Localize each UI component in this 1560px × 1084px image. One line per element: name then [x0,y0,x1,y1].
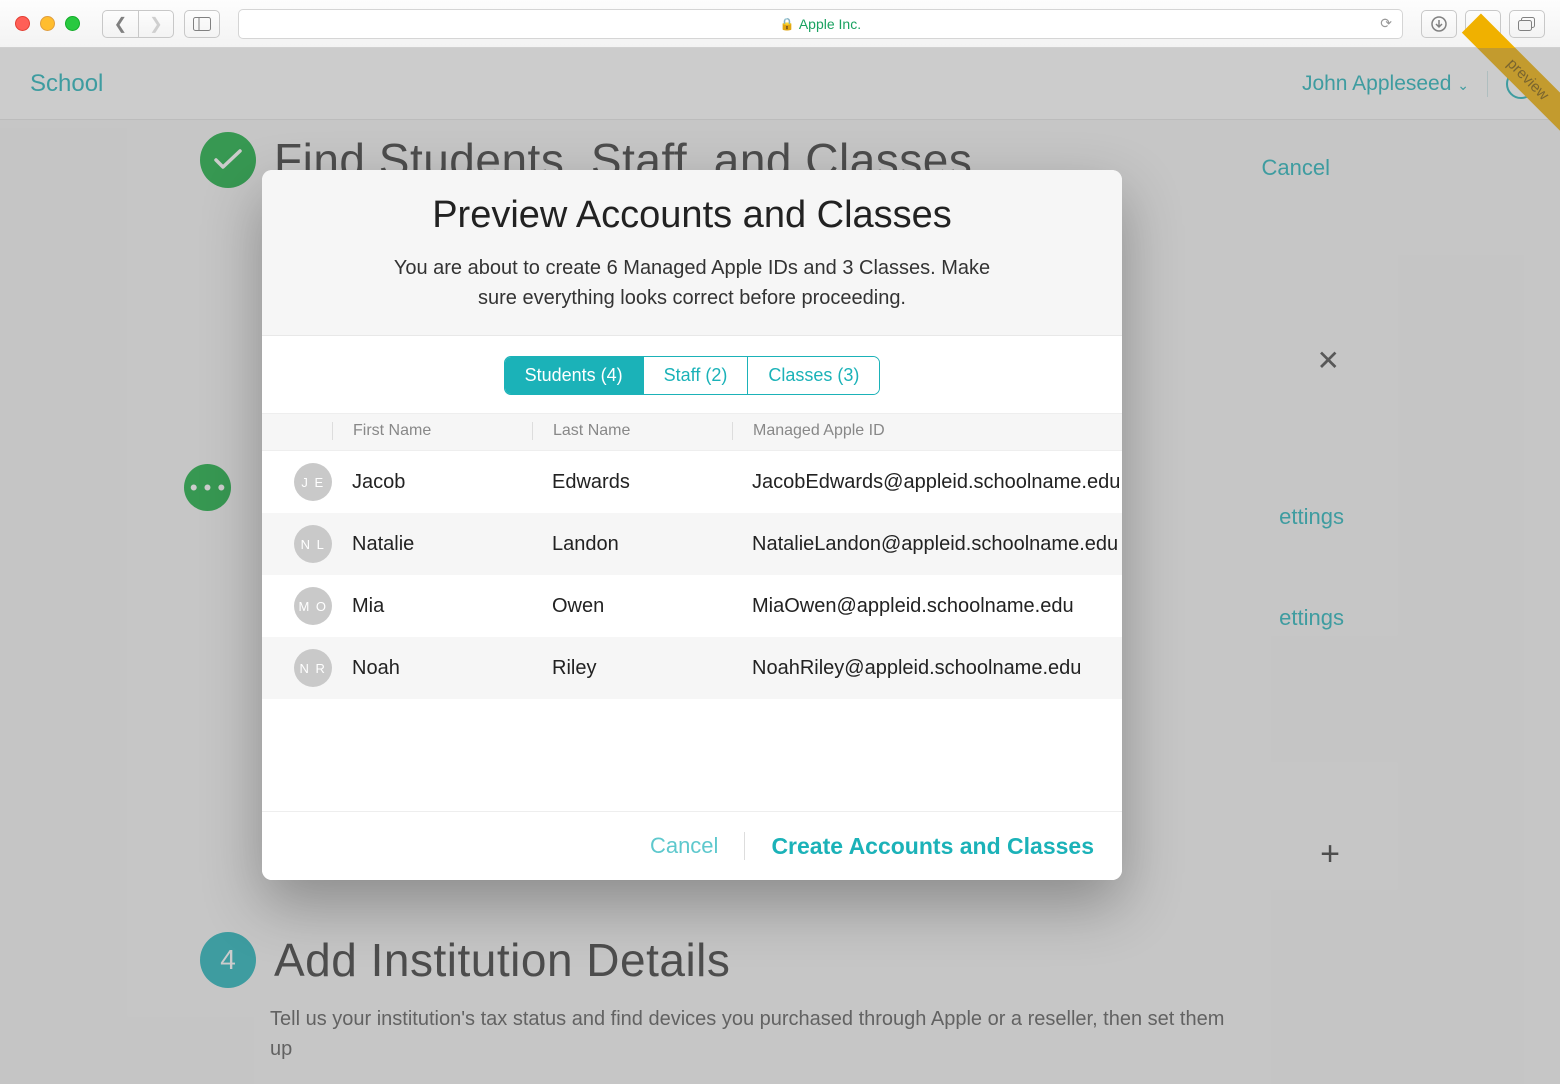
sidebar-toggle-button[interactable] [184,10,220,38]
col-first-name: First Name [332,422,532,440]
create-accounts-button[interactable]: Create Accounts and Classes [771,833,1094,860]
browser-chrome: ❮ ❯ 🔒 Apple Inc. ⟳ [0,0,1560,48]
address-bar[interactable]: 🔒 Apple Inc. ⟳ [238,9,1403,39]
cell-first-name: Mia [332,595,532,618]
site-identity: Apple Inc. [799,16,861,32]
tab-staff[interactable]: Staff (2) [644,357,749,394]
col-managed-id: Managed Apple ID [732,422,1122,440]
modal-subtitle: You are about to create 6 Managed Apple … [372,253,1012,313]
cell-first-name: Natalie [332,533,532,556]
divider [744,832,745,860]
cell-last-name: Riley [532,657,732,680]
preview-table: First Name Last Name Managed Apple ID J … [262,413,1122,811]
col-last-name: Last Name [532,422,732,440]
cell-first-name: Jacob [332,471,532,494]
preview-modal: Preview Accounts and Classes You are abo… [262,170,1122,880]
reload-icon[interactable]: ⟳ [1380,15,1392,32]
avatar: J E [294,463,332,501]
cell-managed-id: MiaOwen@appleid.schoolname.edu [732,595,1122,618]
modal-tabs: Students (4) Staff (2) Classes (3) [262,336,1122,395]
cell-last-name: Landon [532,533,732,556]
nav-forward-button[interactable]: ❯ [138,10,174,38]
window-close[interactable] [15,16,30,31]
cell-managed-id: NatalieLandon@appleid.schoolname.edu [732,533,1122,556]
nav-back-button[interactable]: ❮ [102,10,138,38]
window-zoom[interactable] [65,16,80,31]
avatar: M O [294,587,332,625]
cell-managed-id: JacobEdwards@appleid.schoolname.edu [732,471,1122,494]
table-row: N R Noah Riley NoahRiley@appleid.schooln… [262,637,1122,699]
table-row: J E Jacob Edwards JacobEdwards@appleid.s… [262,451,1122,513]
table-row: N L Natalie Landon NatalieLandon@appleid… [262,513,1122,575]
lock-icon: 🔒 [780,17,795,31]
modal-header: Preview Accounts and Classes You are abo… [262,170,1122,336]
modal-footer: Cancel Create Accounts and Classes [262,811,1122,880]
table-row: M O Mia Owen MiaOwen@appleid.schoolname.… [262,575,1122,637]
table-header: First Name Last Name Managed Apple ID [262,413,1122,451]
cancel-button[interactable]: Cancel [650,833,718,859]
cell-last-name: Edwards [532,471,732,494]
downloads-button[interactable] [1421,10,1457,38]
avatar: N L [294,525,332,563]
tab-classes[interactable]: Classes (3) [748,357,879,394]
cell-last-name: Owen [532,595,732,618]
avatar: N R [294,649,332,687]
cell-first-name: Noah [332,657,532,680]
modal-title: Preview Accounts and Classes [292,194,1092,237]
window-minimize[interactable] [40,16,55,31]
cell-managed-id: NoahRiley@appleid.schoolname.edu [732,657,1122,680]
tabs-button[interactable] [1509,10,1545,38]
tab-students[interactable]: Students (4) [505,357,644,394]
